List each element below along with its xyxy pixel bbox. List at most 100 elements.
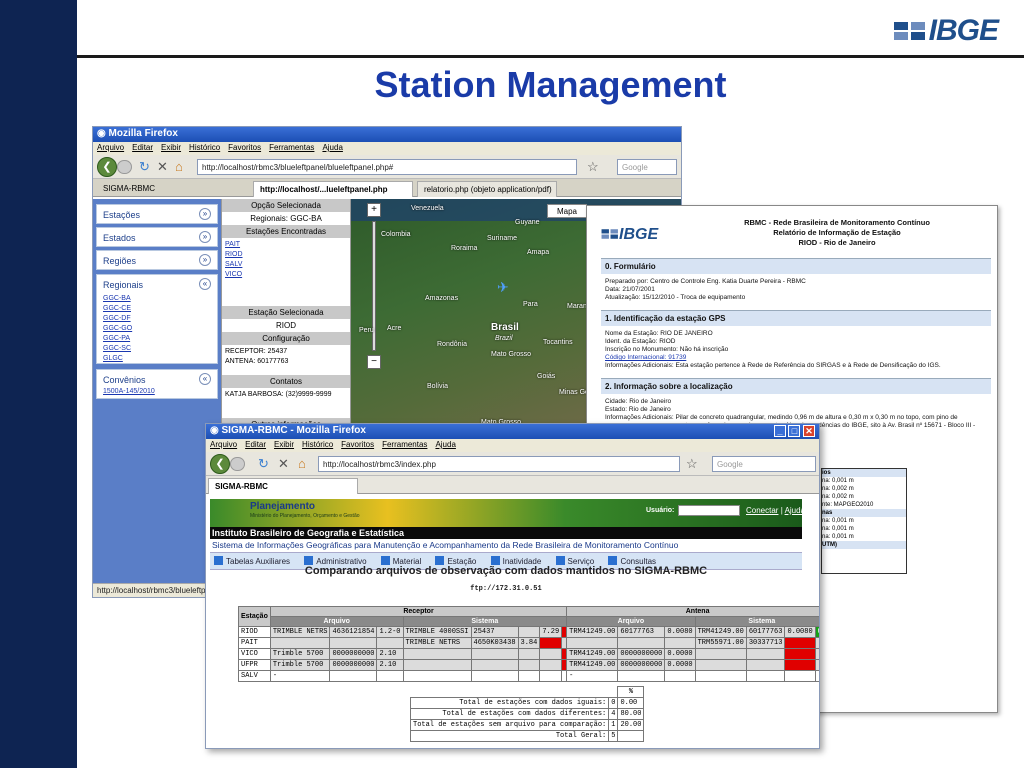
home-icon[interactable]: ⌂ (298, 456, 306, 471)
forward-button[interactable] (117, 160, 132, 174)
summary-count: 5 (608, 730, 619, 742)
forward-button[interactable] (230, 457, 245, 471)
maximize-icon[interactable]: □ (788, 425, 801, 437)
table-cell (376, 670, 404, 682)
report-fragment: UTM) (822, 541, 906, 549)
chevron-up-icon: « (199, 373, 211, 385)
menu-exibir[interactable]: Exibir (161, 143, 181, 152)
menu-favoritos[interactable]: Favoritos (341, 440, 374, 449)
banner-planejamento: Planejamento (250, 501, 316, 512)
table-cell: 7.29 (539, 626, 563, 638)
link-ggc-ba[interactable]: GGC-BA (103, 294, 211, 304)
menu-ferramentas[interactable]: Ferramentas (269, 143, 314, 152)
station-link-salv[interactable]: SALV (225, 260, 347, 270)
link-convenio[interactable]: 1500A-145/2010 (103, 388, 211, 395)
table-cell: 4636121854 (329, 626, 378, 638)
connect-link[interactable]: Conectar (746, 506, 778, 515)
summary-count: 4 (608, 708, 619, 720)
tab-sigma[interactable]: SIGMA-RBMC (208, 478, 358, 494)
stop-icon[interactable]: ✕ (157, 159, 168, 175)
link-ggc-go[interactable]: GGC-GO (103, 324, 211, 334)
map-label: Rondônia (437, 341, 467, 348)
link-ggc-sc[interactable]: GGC-SC (103, 344, 211, 354)
sigma-banner: Planejamento Ministério do Planejamento,… (210, 499, 805, 527)
tab-blueleftpanel[interactable]: http://localhost/...lueleftpanel.php (253, 181, 413, 197)
close-icon[interactable]: ✕ (803, 425, 815, 437)
map-label: Goiás (537, 373, 556, 380)
accordion-estacoes[interactable]: Estações » (96, 204, 218, 224)
dropdown-icon (555, 556, 565, 565)
menu-historico[interactable]: Histórico (302, 440, 333, 449)
home-icon[interactable]: ⌂ (175, 159, 183, 174)
table-cell (517, 626, 541, 638)
tab-relatorio[interactable]: relatorio.php (objeto application/pdf) (417, 181, 557, 197)
search-box[interactable]: Google (617, 159, 677, 175)
table-cell (269, 637, 331, 649)
tab-sigma[interactable]: SIGMA-RBMC (97, 181, 237, 197)
link-glgc[interactable]: GLGC (103, 354, 211, 364)
stop-icon[interactable]: ✕ (278, 456, 289, 472)
report-section-formulario: 0. Formulário (601, 258, 991, 274)
reload-icon[interactable]: ↻ (139, 159, 150, 175)
map-zoom-control[interactable]: + − (367, 203, 387, 383)
report-header-2: Relatório de Informação de Estação (773, 228, 901, 237)
station-link-vico[interactable]: VICO (225, 270, 347, 280)
table-cell (664, 670, 696, 682)
report-line: Estado: Rio de Janeiro (605, 406, 671, 413)
report-table-fragment: ios na: 0,001 m na: 0,002 m na: 0,002 m … (821, 468, 907, 574)
menu-arquivo[interactable]: Arquivo (210, 440, 237, 449)
link-ggc-pa[interactable]: GGC-PA (103, 334, 211, 344)
link-ggc-ce[interactable]: GGC-CE (103, 304, 211, 314)
bookmark-star-icon[interactable]: ☆ (686, 456, 698, 472)
table-cell: 60177763 (745, 626, 786, 638)
menu-exibir[interactable]: Exibir (274, 440, 294, 449)
reload-icon[interactable]: ↻ (258, 456, 269, 472)
zoom-in-icon[interactable]: + (367, 203, 381, 217)
link-ggc-df[interactable]: GGC-DF (103, 314, 211, 324)
address-bar[interactable]: http://localhost/rbmc3/blueleftpanel/blu… (197, 159, 577, 175)
map-label: Amapa (527, 249, 550, 256)
accordion-label: Regiões (103, 256, 137, 266)
map-label: Acre (387, 325, 402, 332)
accordion-estados[interactable]: Estados » (96, 227, 218, 247)
menu-favoritos[interactable]: Favoritos (228, 143, 261, 152)
minimize-icon[interactable]: _ (773, 425, 786, 437)
table-cell: Trimble 5700 (269, 648, 331, 660)
menu-ajuda[interactable]: Ajuda (322, 143, 342, 152)
summary-pct: 20.00 (617, 719, 645, 731)
table-cell: TRM41249.00 (694, 626, 747, 638)
user-input[interactable] (678, 505, 740, 516)
station-link-riod[interactable]: RIOD (225, 250, 347, 260)
menu-ferramentas[interactable]: Ferramentas (382, 440, 427, 449)
back-button[interactable]: ❮ (97, 157, 117, 177)
map-marker-icon[interactable]: ✈ (497, 279, 509, 296)
help-link[interactable]: Ajuda (785, 506, 805, 515)
menu-editar[interactable]: Editar (132, 143, 153, 152)
table-cell (617, 670, 666, 682)
zoom-out-icon[interactable]: − (367, 355, 381, 369)
accordion-regioes[interactable]: Regiões » (96, 250, 218, 270)
accordion-regionais[interactable]: Regionais « GGC-BA GGC-CE GGC-DF GGC-GO G… (96, 274, 218, 364)
logo-text: IBGE (928, 14, 999, 47)
table-cell: 2.10 (376, 648, 404, 660)
menu-arquivo[interactable]: Arquivo (97, 143, 124, 152)
station-link-pait[interactable]: PAIT (225, 240, 347, 250)
address-bar[interactable]: http://localhost/rbmc3/index.php (318, 456, 680, 472)
back-button[interactable]: ❮ (210, 454, 230, 474)
table-cell (402, 648, 472, 660)
table-cell: 0.0080 (784, 626, 816, 638)
table-cell (694, 670, 747, 682)
menu-editar[interactable]: Editar (245, 440, 266, 449)
table-cell (402, 670, 472, 682)
menu-historico[interactable]: Histórico (189, 143, 220, 152)
menu-ajuda[interactable]: Ajuda (435, 440, 455, 449)
table-row: VICO Trimble 5700 0000000000 2.10 TRM41249.0… (238, 648, 819, 660)
table-cell (784, 670, 816, 682)
accordion-convenios[interactable]: Convênios « 1500A-145/2010 (96, 369, 218, 399)
table-cell: 0.0000 (664, 659, 696, 671)
map-type-button[interactable]: Mapa (547, 204, 587, 218)
table-cell: TRM41249.00 (566, 648, 619, 660)
search-box[interactable]: Google (712, 456, 816, 472)
report-line: Inscrição no Monumento: Não há inscrição (605, 346, 729, 353)
bookmark-star-icon[interactable]: ☆ (587, 159, 599, 175)
